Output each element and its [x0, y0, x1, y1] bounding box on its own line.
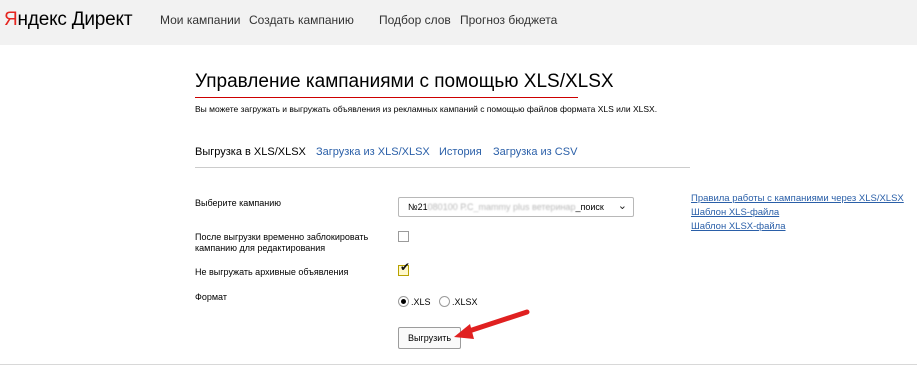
format-xls-radio[interactable]	[398, 296, 409, 308]
checkmark-icon: ✔	[400, 260, 411, 274]
bottom-divider	[0, 364, 917, 365]
lock-campaign-checkbox[interactable]	[398, 231, 409, 242]
lock-campaign-label: После выгрузки временно заблокировать ка…	[195, 232, 368, 254]
top-header: Яндекс Директ Мои кампании Создать кампан…	[0, 0, 917, 45]
nav-budget-forecast[interactable]: Прогноз бюджета	[460, 13, 557, 27]
lock-label-line2: кампанию для редактирования	[195, 243, 326, 253]
logo-brand-rest: ндекс	[17, 9, 67, 30]
xls-template-link[interactable]: Шаблон XLS-файла	[691, 207, 779, 218]
title-underline	[195, 97, 578, 98]
logo-brand-first-letter: Я	[4, 9, 18, 30]
tab-export-xls[interactable]: Выгрузка в XLS/XLSX	[195, 146, 306, 158]
nav-create-campaign[interactable]: Создать кампанию	[249, 13, 354, 27]
tabs-divider	[195, 167, 690, 168]
skip-archived-checkbox[interactable]: ✔	[398, 261, 410, 276]
format-xls-label[interactable]: .XLS	[411, 297, 431, 307]
campaign-select-blurred: 080100 Р.С_mammy plus ветеринар	[427, 202, 576, 212]
nav-keyword-selection[interactable]: Подбор слов	[379, 13, 451, 27]
campaign-label: Выберите кампанию	[195, 198, 282, 208]
tab-import-xls[interactable]: Загрузка из XLS/XLSX	[316, 146, 430, 158]
campaign-select-suffix: _поиск	[575, 202, 604, 212]
tab-import-csv[interactable]: Загрузка из CSV	[493, 146, 577, 158]
skip-archived-label: Не выгружать архивные объявления	[195, 267, 349, 277]
nav-my-campaigns[interactable]: Мои кампании	[160, 13, 240, 27]
red-arrow-icon	[454, 309, 530, 339]
chevron-down-icon: ⌄	[617, 200, 627, 212]
campaign-select-prefix: №21	[408, 202, 428, 212]
logo-product: Директ	[71, 9, 133, 30]
logo-brand: Яндекс	[4, 9, 67, 30]
campaign-select[interactable]: №21080100 Р.С_mammy plus ветеринар_поиск…	[398, 197, 634, 217]
lock-label-line1: После выгрузки временно заблокировать	[195, 232, 369, 242]
xlsx-template-link[interactable]: Шаблон XLSX-файла	[691, 221, 786, 232]
format-label: Формат	[195, 292, 227, 302]
page-title: Управление кампаниями с помощью XLS/XLSX	[195, 71, 614, 92]
tab-history[interactable]: История	[439, 146, 482, 158]
yandex-direct-logo[interactable]: Яндекс Директ	[4, 9, 133, 31]
campaign-select-value: №21080100 Р.С_mammy plus ветеринар_поиск	[408, 202, 604, 212]
xls-rules-link[interactable]: Правила работы с кампаниями через XLS/XL…	[691, 193, 904, 204]
page-subtitle: Вы можете загружать и выгружать объявлен…	[195, 104, 658, 114]
